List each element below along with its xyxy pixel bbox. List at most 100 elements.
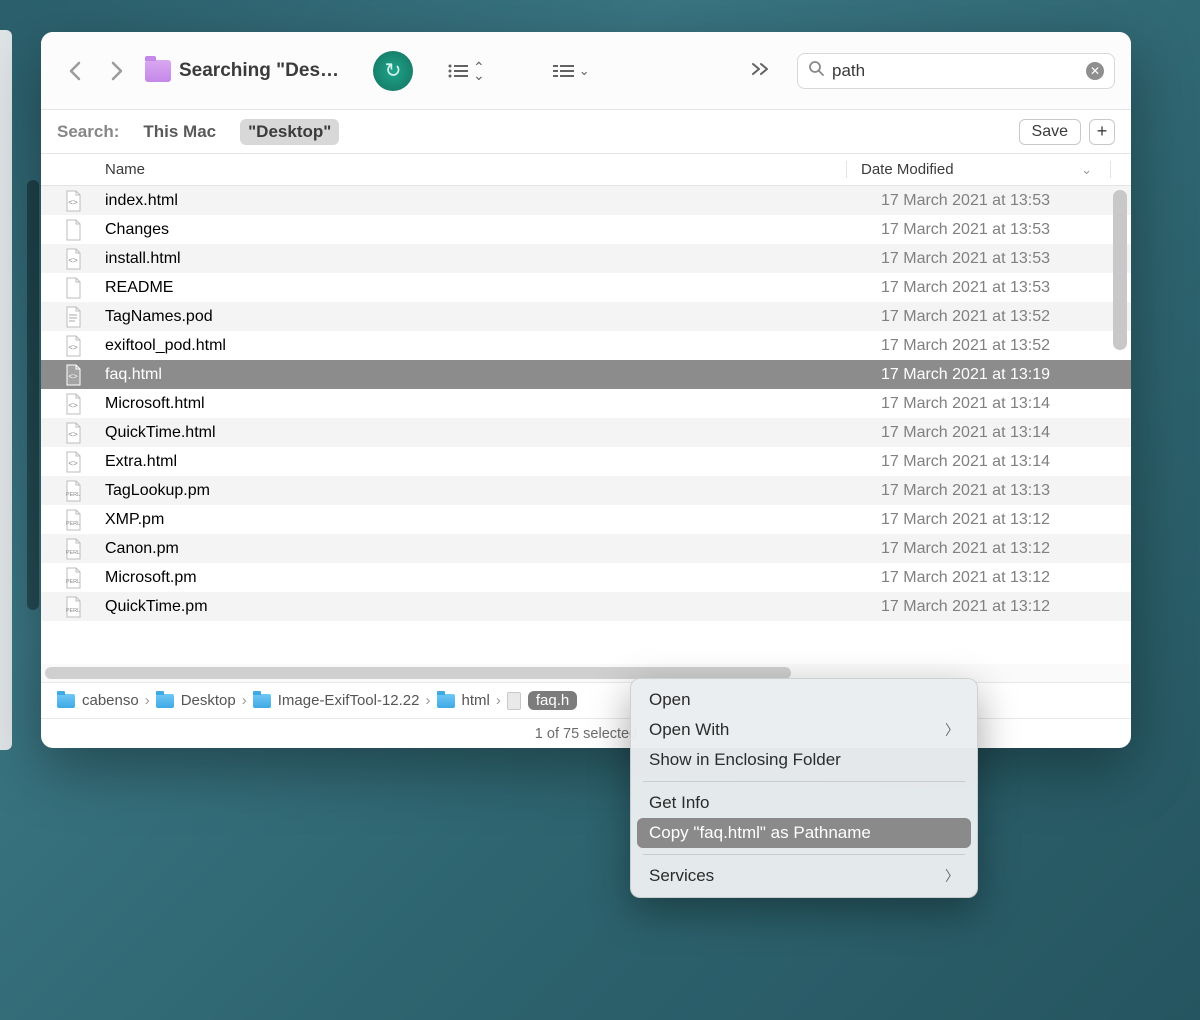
file-row[interactable]: <>index.html17 March 2021 at 13:53 (41, 186, 1131, 215)
pathbar-separator: › (145, 692, 150, 709)
background-window-edge (0, 30, 12, 750)
pathbar-selected-pill: faq.h (528, 691, 577, 710)
file-row[interactable]: PERLXMP.pm17 March 2021 at 13:12 (41, 505, 1131, 534)
file-date: 17 March 2021 at 13:52 (867, 308, 1131, 326)
view-list-button[interactable]: ⌃⌄ (439, 57, 493, 85)
list-icon (447, 63, 469, 79)
double-chevron-right-icon (751, 62, 771, 76)
ctx-open-with[interactable]: Open With 〉 (631, 715, 977, 745)
file-row[interactable]: PERLCanon.pm17 March 2021 at 13:12 (41, 534, 1131, 563)
chevron-right-icon: 〉 (945, 866, 959, 886)
pathbar-item[interactable]: faq.h (507, 691, 577, 710)
file-icon (41, 277, 105, 299)
document-icon (507, 692, 521, 710)
svg-text:<>: <> (68, 401, 78, 410)
file-name: TagLookup.pm (105, 482, 867, 500)
toolbar-overflow-button[interactable] (743, 53, 779, 88)
clear-search-icon[interactable]: ✕ (1086, 62, 1104, 80)
pathbar-item[interactable]: cabenso (57, 692, 139, 709)
search-icon (808, 60, 824, 81)
save-search-button[interactable]: Save (1019, 119, 1081, 145)
file-date: 17 March 2021 at 13:12 (867, 569, 1131, 587)
svg-text:<>: <> (68, 343, 78, 352)
svg-text:PERL: PERL (66, 550, 80, 556)
file-name: Microsoft.html (105, 395, 867, 413)
toolbar: Searching "Des… ⌃⌄ ⌄ (41, 32, 1131, 110)
file-row[interactable]: <>Extra.html17 March 2021 at 13:14 (41, 447, 1131, 476)
ctx-show-enclosing[interactable]: Show in Enclosing Folder (631, 745, 977, 775)
file-row[interactable]: <>QuickTime.html17 March 2021 at 13:14 (41, 418, 1131, 447)
file-icon: <> (41, 451, 105, 473)
file-row[interactable]: TagNames.pod17 March 2021 at 13:52 (41, 302, 1131, 331)
file-name: QuickTime.pm (105, 598, 867, 616)
ctx-open[interactable]: Open (631, 685, 977, 715)
vertical-scrollbar[interactable] (1113, 190, 1127, 350)
file-date: 17 March 2021 at 13:14 (867, 395, 1131, 413)
time-machine-icon[interactable] (373, 51, 413, 91)
file-icon: PERL (41, 480, 105, 502)
svg-text:PERL: PERL (66, 492, 80, 498)
chevron-right-icon (109, 61, 125, 81)
ctx-get-info[interactable]: Get Info (631, 788, 977, 818)
file-name: QuickTime.html (105, 424, 867, 442)
chevron-down-icon: ⌄ (579, 63, 590, 79)
file-icon (41, 219, 105, 241)
file-name: index.html (105, 192, 867, 210)
group-icon (553, 63, 575, 79)
ctx-show-enclosing-label: Show in Enclosing Folder (649, 750, 841, 770)
file-name: Extra.html (105, 453, 867, 471)
svg-text:PERL: PERL (66, 579, 80, 585)
column-date-label: Date Modified (861, 161, 954, 178)
file-name: exiftool_pod.html (105, 337, 867, 355)
pathbar-label: html (462, 692, 490, 709)
folder-icon (57, 694, 75, 708)
ctx-services-label: Services (649, 866, 714, 886)
pathbar-item[interactable]: html (437, 692, 490, 709)
file-name: TagNames.pod (105, 308, 867, 326)
search-input[interactable] (832, 61, 1078, 81)
group-by-button[interactable]: ⌄ (545, 57, 598, 85)
updown-icon: ⌃⌄ (473, 63, 485, 79)
pathbar-separator: › (242, 692, 247, 709)
file-row[interactable]: <>exiftool_pod.html17 March 2021 at 13:5… (41, 331, 1131, 360)
svg-text:<>: <> (68, 198, 78, 207)
add-criteria-button[interactable]: + (1089, 119, 1115, 145)
sort-chevron-icon: ⌄ (1081, 162, 1092, 178)
file-row[interactable]: Changes17 March 2021 at 13:53 (41, 215, 1131, 244)
file-icon: <> (41, 364, 105, 386)
file-row[interactable]: <>faq.html17 March 2021 at 13:19 (41, 360, 1131, 389)
scope-desktop[interactable]: "Desktop" (240, 119, 339, 145)
forward-button[interactable] (99, 53, 135, 89)
svg-text:<>: <> (68, 372, 78, 381)
search-scope-bar: Search: This Mac "Desktop" Save + (41, 110, 1131, 154)
scope-this-mac[interactable]: This Mac (135, 119, 224, 145)
column-name[interactable]: Name (41, 161, 847, 178)
window-title-text: Searching "Des… (179, 60, 339, 82)
file-name: Microsoft.pm (105, 569, 867, 587)
ctx-get-info-label: Get Info (649, 793, 709, 813)
file-row[interactable]: PERLTagLookup.pm17 March 2021 at 13:13 (41, 476, 1131, 505)
file-row[interactable]: PERLQuickTime.pm17 March 2021 at 13:12 (41, 592, 1131, 621)
file-date: 17 March 2021 at 13:12 (867, 511, 1131, 529)
column-date-modified[interactable]: Date Modified ⌄ (847, 161, 1111, 178)
background-scroll-indicator (27, 180, 39, 610)
pathbar-separator: › (426, 692, 431, 709)
svg-text:<>: <> (68, 459, 78, 468)
file-date: 17 March 2021 at 13:53 (867, 279, 1131, 297)
file-row[interactable]: README17 March 2021 at 13:53 (41, 273, 1131, 302)
file-name: README (105, 279, 867, 297)
file-row[interactable]: PERL Microsoft.pm17 March 2021 at 13:12 (41, 563, 1131, 592)
ctx-copy-pathname[interactable]: Copy "faq.html" as Pathname (637, 818, 971, 848)
file-name: install.html (105, 250, 867, 268)
back-button[interactable] (57, 53, 93, 89)
file-row[interactable]: <>install.html17 March 2021 at 13:53 (41, 244, 1131, 273)
file-row[interactable]: <> Microsoft.html17 March 2021 at 13:14 (41, 389, 1131, 418)
folder-icon (253, 694, 271, 708)
search-field-container: ✕ (797, 53, 1115, 89)
ctx-separator (643, 854, 965, 855)
status-text: 1 of 75 selected (535, 726, 637, 742)
file-date: 17 March 2021 at 13:14 (867, 424, 1131, 442)
pathbar-item[interactable]: Desktop (156, 692, 236, 709)
pathbar-item[interactable]: Image-ExifTool-12.22 (253, 692, 420, 709)
ctx-services[interactable]: Services 〉 (631, 861, 977, 891)
